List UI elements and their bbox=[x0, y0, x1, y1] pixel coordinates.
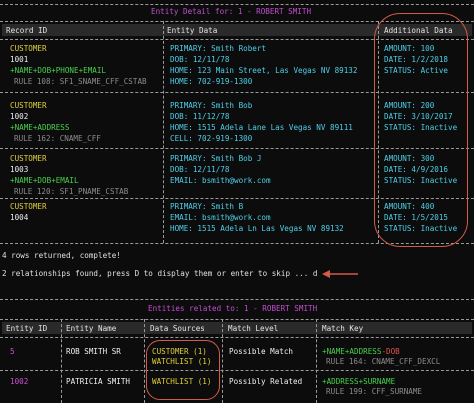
entity-data-line: PRIMARY: Smith Robert bbox=[170, 44, 267, 53]
entity-data-line: HOME: 1515 Adela Ln Las Vegas NV 89132 bbox=[170, 224, 344, 233]
related-entity-name: PATRICIA SMITH bbox=[66, 377, 131, 386]
entity-data-line: DOB: 11/12/78 bbox=[170, 112, 230, 121]
col-header-entity-name: Entity Name bbox=[66, 324, 117, 333]
col-header-record-id: Record ID bbox=[6, 26, 48, 35]
relationships-prompt[interactable]: 2 relationships found, press D to displa… bbox=[2, 270, 317, 278]
related-match-rule: RULE 199: CFF_SURNAME bbox=[326, 387, 423, 396]
entity-data-line: EMAIL: bsmith@work.com bbox=[170, 176, 271, 185]
bottom-col-divider-4 bbox=[316, 319, 317, 403]
top-col-divider-1 bbox=[163, 21, 164, 243]
bottom-table-rule bbox=[0, 319, 474, 320]
entity-data-line: DOB: 12/11/78 bbox=[170, 165, 230, 174]
entity-data-line: CELL: 702-919-1300 bbox=[170, 134, 253, 143]
bottom-col-divider-1 bbox=[61, 319, 62, 403]
top-table-border-top bbox=[0, 4, 474, 5]
record-source: CUSTOMER bbox=[10, 101, 47, 110]
related-match-level: Possible Match bbox=[229, 347, 294, 356]
bottom-col-divider-2 bbox=[144, 319, 145, 403]
record-id: 1001 bbox=[10, 55, 29, 64]
entity-data-line: PRIMARY: Smith Bob bbox=[170, 101, 253, 110]
record-source: CUSTOMER bbox=[10, 202, 47, 211]
rows-returned-message: 4 rows returned, complete! bbox=[2, 251, 121, 260]
record-match-key: +NAME+DOB+EMAIL bbox=[10, 176, 79, 185]
entity-data-line: EMAIL: bsmith@work.com bbox=[170, 213, 271, 222]
related-match-level: Possibly Related bbox=[229, 377, 303, 386]
related-entity-id: 5 bbox=[10, 347, 15, 356]
related-match-key: +NAME+ADDRESS-DOB bbox=[322, 347, 400, 356]
related-match-rule: RULE 164: CNAME_CFF_DEXCL bbox=[326, 357, 441, 366]
record-match-key: +NAME+ADDRESS bbox=[10, 123, 70, 132]
record-match-key: +NAME+DOB+PHONE+EMAIL bbox=[10, 66, 107, 75]
bottom-header-rule bbox=[0, 337, 474, 338]
bottom-col-divider-3 bbox=[222, 319, 223, 403]
record-source: CUSTOMER bbox=[10, 44, 47, 53]
record-rule: RULE 108: SF1_SNAME_CFF_CSTAB bbox=[14, 77, 147, 86]
col-header-entity-id: Entity ID bbox=[6, 324, 48, 333]
arrow-left-icon bbox=[322, 270, 358, 278]
bottom-table-border-top bbox=[0, 299, 474, 300]
entity-data-line: DOB: 12/11/78 bbox=[170, 55, 230, 64]
record-rule: RULE 162: CNAME_CFF bbox=[14, 134, 101, 143]
entity-data-line: HOME: 1515 Adela Lane Las Vegas NV 89111 bbox=[170, 123, 353, 132]
col-header-match-key: Match Key bbox=[322, 324, 364, 333]
entity-data-line: HOME: 123 Main Street, Las Vegas NV 8913… bbox=[170, 66, 358, 75]
record-id: 1002 bbox=[10, 112, 29, 121]
related-match-key: +ADDRESS+SURNAME bbox=[322, 377, 396, 386]
entity-data-line: PRIMARY: Smith B bbox=[170, 202, 244, 211]
col-header-match-level: Match Level bbox=[228, 324, 279, 333]
entities-related-title: Entities related to: 1 - ROBERT SMITH bbox=[148, 304, 318, 313]
entity-data-line: HOME: 702-919-1300 bbox=[170, 77, 253, 86]
record-id: 1004 bbox=[10, 213, 29, 222]
entity-data-line: PRIMARY: Smith Bob J bbox=[170, 154, 262, 163]
highlight-oval-additional-data bbox=[374, 13, 468, 247]
related-entity-name: ROB SMITH SR bbox=[66, 347, 121, 356]
col-header-data-sources: Data Sources bbox=[150, 324, 205, 333]
row-rule bbox=[0, 370, 474, 371]
negative-match-token: -DOB bbox=[381, 347, 400, 356]
related-entity-id: 1002 bbox=[10, 377, 29, 386]
record-id: 1003 bbox=[10, 165, 29, 174]
entity-detail-title: Entity Detail for: 1 - ROBERT SMITH bbox=[151, 7, 312, 16]
col-header-entity-data: Entity Data bbox=[167, 26, 218, 35]
highlight-oval-data-sources bbox=[146, 340, 220, 400]
record-rule: RULE 120: SF1_PNAME_CSTAB bbox=[14, 187, 129, 196]
record-source: CUSTOMER bbox=[10, 154, 47, 163]
